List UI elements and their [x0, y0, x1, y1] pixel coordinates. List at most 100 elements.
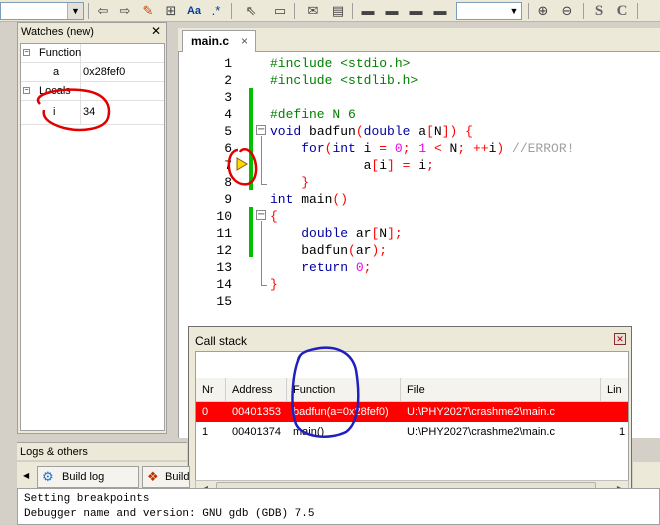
code-token: {: [465, 124, 473, 139]
code-token: ]: [441, 124, 450, 139]
code-token: N: [379, 226, 388, 241]
back-icon[interactable]: ⇦: [93, 2, 113, 20]
watch-value: [83, 44, 163, 62]
log-line: Debugger name and version: GNU gdb (GDB)…: [24, 508, 315, 520]
watch-name: i: [21, 101, 81, 124]
code-token: [: [426, 124, 434, 139]
fold-icon[interactable]: −: [256, 125, 266, 135]
code-token: double: [301, 226, 349, 241]
toolbar-combo[interactable]: ▼: [0, 2, 84, 20]
watch-row[interactable]: a 0x28fef0: [21, 63, 164, 82]
watch-row[interactable]: Locals −: [21, 82, 164, 101]
collapse-icon[interactable]: −: [23, 49, 30, 56]
code-line[interactable]: return 0;: [270, 259, 371, 276]
chevron-down-icon[interactable]: ▼: [507, 3, 521, 19]
panel-icon[interactable]: ▬: [382, 2, 402, 20]
cell-line: [601, 402, 628, 422]
bookmark-icon[interactable]: ▤: [328, 2, 348, 20]
logs-tabbar: ◀ ⚙ Build log ❖ Build: [17, 462, 190, 488]
panel-icon[interactable]: ▬: [358, 2, 378, 20]
code-line[interactable]: }: [270, 174, 309, 191]
c-icon[interactable]: C: [612, 2, 632, 20]
fold-line: [261, 221, 262, 285]
watch-row[interactable]: Function −: [21, 44, 164, 63]
code-token: ar: [355, 243, 372, 258]
line-number: 5: [224, 124, 232, 139]
column-header-address[interactable]: Address: [226, 378, 287, 402]
code-token: for: [301, 141, 325, 156]
code-token: i: [355, 141, 380, 156]
code-line[interactable]: int main(): [270, 191, 348, 208]
regex-icon[interactable]: .*: [206, 2, 226, 20]
change-bar: [249, 207, 253, 257]
fold-icon[interactable]: −: [256, 210, 266, 220]
chevron-down-icon[interactable]: ▼: [67, 3, 83, 19]
column-header-nr[interactable]: Nr: [196, 378, 226, 402]
code-line[interactable]: }: [270, 276, 278, 293]
code-token: //ERROR!: [512, 141, 575, 156]
column-header-line[interactable]: Lin: [601, 378, 628, 402]
panel-icon[interactable]: ▬: [406, 2, 426, 20]
code-line[interactable]: {: [270, 208, 278, 225]
watch-row[interactable]: i 34: [21, 101, 164, 125]
scroll-left-icon[interactable]: ◀: [23, 466, 35, 488]
code-token: i: [410, 158, 427, 173]
zoom-out-icon[interactable]: ⊖: [557, 2, 577, 20]
code-token: badfun: [270, 243, 349, 258]
line-number: 8: [224, 175, 232, 190]
highlight-icon[interactable]: ✎: [138, 2, 158, 20]
column-header-function[interactable]: Function: [287, 378, 401, 402]
toolbar-separator: [88, 3, 89, 19]
close-icon[interactable]: ✕: [149, 24, 163, 38]
code-token: ]: [387, 226, 395, 241]
build-log-icon: ⚙: [42, 469, 54, 484]
watches-panel: Watches (new) ✕ Function − a 0x28fef0 Lo…: [17, 22, 167, 434]
close-icon[interactable]: ✕: [614, 333, 626, 345]
code-token: ;: [394, 226, 403, 241]
tab-main-c[interactable]: main.c ×: [182, 30, 256, 52]
callstack-row-selected[interactable]: 0 00401353 badfun(a=0x28fef0) U:\PHY2027…: [196, 402, 628, 422]
code-line[interactable]: #include <stdlib.h>: [270, 72, 418, 89]
line-number: 13: [216, 260, 232, 275]
s-icon[interactable]: S: [589, 2, 609, 20]
code-token: a: [410, 124, 427, 139]
cell-function: badfun(a=0x28fef0): [293, 406, 389, 418]
code-line[interactable]: a[i] = i;: [270, 157, 434, 174]
line-number: 11: [216, 226, 232, 241]
logs-output[interactable]: Setting breakpoints Debugger name and ve…: [17, 488, 660, 525]
code-token: badfun: [301, 124, 356, 139]
panel-icon[interactable]: ▬: [430, 2, 450, 20]
code-line[interactable]: #include <stdio.h>: [270, 55, 410, 72]
close-icon[interactable]: ×: [241, 34, 248, 48]
zoom-in-icon[interactable]: ⊕: [533, 2, 553, 20]
toolbar-separator: [352, 3, 353, 19]
code-line[interactable]: #define N 6: [270, 106, 356, 123]
code-token: ]: [387, 158, 395, 173]
code-token: void: [270, 124, 302, 139]
toolbar-separator: [637, 3, 638, 19]
column-header-file[interactable]: File: [401, 378, 601, 402]
code-line[interactable]: void badfun(double a[N]) {: [270, 123, 473, 140]
tab-build[interactable]: ❖ Build: [142, 466, 190, 488]
code-token: }: [301, 175, 310, 190]
collapse-icon[interactable]: −: [23, 87, 30, 94]
match-case-icon[interactable]: Aa: [184, 2, 204, 20]
code-line[interactable]: double ar[N];: [270, 225, 403, 242]
rectangle-icon[interactable]: ▭: [270, 2, 290, 20]
code-token: ;: [457, 141, 466, 156]
code-token: (: [348, 243, 356, 258]
mail-icon[interactable]: ✉: [303, 2, 323, 20]
match-brace-icon[interactable]: ⊞: [161, 2, 181, 20]
callstack-row[interactable]: 1 00401374 main() U:\PHY2027\crashme2\ma…: [196, 422, 628, 442]
toolbar-search-combo[interactable]: ▼: [456, 2, 522, 20]
code-line[interactable]: badfun(ar);: [270, 242, 387, 259]
code-line[interactable]: for(int i = 0; 1 < N; ++i) //ERROR!: [270, 140, 574, 157]
select-icon[interactable]: ⇖: [241, 2, 261, 20]
forward-icon[interactable]: ⇨: [115, 2, 135, 20]
tab-label: Build: [165, 471, 190, 483]
tab-build-log[interactable]: ⚙ Build log: [37, 466, 139, 488]
